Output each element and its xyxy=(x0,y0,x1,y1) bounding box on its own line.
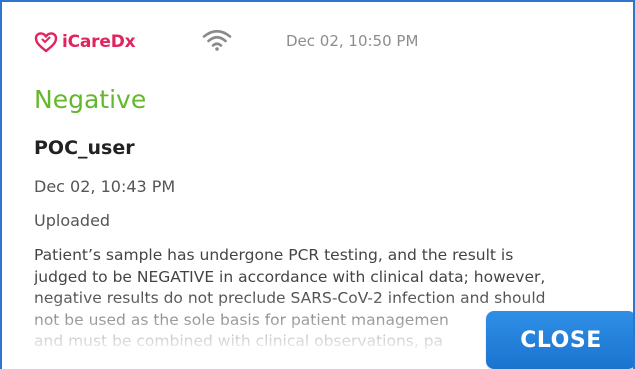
result-title: Negative xyxy=(34,85,147,114)
test-timestamp: Dec 02, 10:43 PM xyxy=(34,177,176,196)
result-screen: iCareDx Dec 02, 10:50 PM Negative POC_us… xyxy=(0,0,635,369)
wifi-icon xyxy=(202,29,232,51)
disclaimer-line: judged to be NEGATIVE in accordance with… xyxy=(34,267,546,286)
app-logo-text: iCareDx xyxy=(62,32,136,52)
status-bar: iCareDx Dec 02, 10:50 PM xyxy=(34,28,418,56)
status-time: Dec 02, 10:50 PM xyxy=(286,32,419,50)
upload-status: Uploaded xyxy=(34,211,111,230)
heart-icon xyxy=(34,32,58,53)
user-name: POC_user xyxy=(34,137,135,159)
wifi-indicator xyxy=(202,28,232,52)
disclaimer-line: negative results do not preclude SARS-Co… xyxy=(34,289,546,307)
app-logo: iCareDx xyxy=(34,28,136,56)
close-button[interactable]: CLOSE xyxy=(486,311,633,369)
disclaimer-line: Patient’s sample has undergone PCR testi… xyxy=(34,246,514,264)
